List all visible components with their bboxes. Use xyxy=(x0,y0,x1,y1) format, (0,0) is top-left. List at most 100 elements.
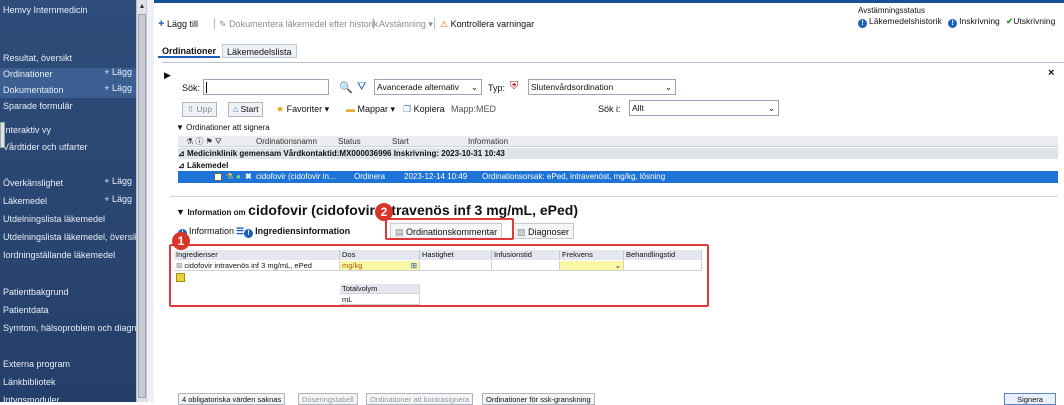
sidebar-item-lankbibliotek[interactable]: Länkbibliotek xyxy=(3,375,56,389)
close-icon[interactable]: × xyxy=(1048,67,1054,79)
sidebar-item-externa-program[interactable]: Externa program xyxy=(3,357,70,371)
favorites-button[interactable]: ★ Favoriter ▾ xyxy=(276,104,329,115)
sidebar-item-ordinationer[interactable]: Ordinationer xyxy=(3,67,53,81)
copy-icon: ❐ xyxy=(403,104,412,114)
chevron-down-icon: ▾ xyxy=(324,104,330,114)
collapse-icon: ⊿ xyxy=(178,161,185,170)
sidebar-item-intygsmoduler[interactable]: Intygsmoduler xyxy=(3,393,60,402)
sidebar-scrollbar[interactable]: ▲ xyxy=(136,0,146,402)
order-type-dropdown[interactable]: Slutenvårdsordination ⌄ xyxy=(528,79,676,95)
top-accent-line xyxy=(154,0,1064,3)
group-row-vardkontakt[interactable]: ⊿ Medicinklinik gemensam Vårdkontaktid:M… xyxy=(178,148,1058,159)
sidebar-item-utdelningslista[interactable]: Utdelningslista läkemedel xyxy=(3,212,105,226)
medication-icon: ⚗ xyxy=(226,172,234,181)
scrollbar-thumb[interactable] xyxy=(138,14,146,398)
add-button[interactable]: + Lägg till xyxy=(158,17,198,31)
sidebar-add-lakemedel[interactable]: + Lägg xyxy=(104,194,132,204)
copy-button[interactable]: ❐ Kopiera xyxy=(403,104,445,115)
sidebar-item-sparade-formular[interactable]: Sparade formulär xyxy=(3,99,73,113)
toolbar-separator xyxy=(214,18,215,29)
search-in-dropdown[interactable]: Allt ⌄ xyxy=(629,100,779,116)
tab-ingrediensinformation[interactable]: ☰! Ingrediensinformation xyxy=(236,223,350,239)
sidebar-item-interaktiv-vy[interactable]: Interaktiv vy xyxy=(3,123,51,137)
col-status[interactable]: Status xyxy=(338,136,361,147)
annotation-badge-1: 1 xyxy=(172,232,190,250)
start-button[interactable]: ⌂ Start xyxy=(228,102,264,117)
info-icon: ! xyxy=(948,19,958,28)
sidebar-add-dokumentation[interactable]: + Lägg xyxy=(104,83,132,93)
splitter[interactable] xyxy=(146,0,154,402)
up-button[interactable]: ⇧ Upp xyxy=(182,102,218,117)
folder-icon: ▬ xyxy=(346,104,355,114)
sidebar-item-iordningstallande[interactable]: Iordningställande läkemedel xyxy=(3,248,115,262)
collapse-pin-icon[interactable]: ▶ xyxy=(164,70,171,81)
check-warnings-button[interactable]: ⚠ Kontrollera varningar xyxy=(440,17,534,31)
row-checkbox[interactable] xyxy=(214,173,222,181)
toolbar-separator xyxy=(434,18,435,29)
cosign-button[interactable]: Ordinationer att kontrasignera xyxy=(366,393,474,405)
orders-to-sign-header[interactable]: ▼ Ordinationer att signera xyxy=(176,123,270,132)
row-name: cidofovir (cidofovir in... xyxy=(256,172,336,181)
search-input[interactable] xyxy=(203,79,329,95)
sign-button[interactable]: Signera xyxy=(1004,393,1056,405)
tab-lakemedelslista[interactable]: Läkemedelslista xyxy=(222,44,297,58)
collapse-icon[interactable]: ▼ xyxy=(176,207,185,217)
sidebar-item-resultat[interactable]: Resultat, översikt xyxy=(3,51,72,65)
missing-values-button[interactable]: 4 obligatoriska värden saknas xyxy=(178,393,286,405)
advanced-options-dropdown[interactable]: Avancerade alternativ ⌄ xyxy=(374,79,482,95)
annotation-box-comment-tab xyxy=(385,218,514,240)
remove-icon[interactable]: ✖ xyxy=(245,171,252,183)
folders-button[interactable]: ▬ Mappar ▾ xyxy=(346,104,395,115)
document-history-button[interactable]: ✎ Dokumentera läkemedel efter historik xyxy=(219,17,378,31)
home-icon: ⌂ xyxy=(233,104,239,114)
divider xyxy=(170,196,1058,197)
order-type-icon: ⛨ xyxy=(510,80,519,92)
diagnosis-icon: ▧ xyxy=(517,227,526,237)
chevron-down-icon: ⌄ xyxy=(664,82,672,92)
sidebar-item-patientdata[interactable]: Patientdata xyxy=(3,303,49,317)
annotation-badge-2: 2 xyxy=(375,203,393,221)
grid-header-icons: ⚗ ⓘ ⚑ ⛛ xyxy=(186,137,222,146)
sidebar-item-overkanslighet[interactable]: Överkänslighet xyxy=(3,176,63,190)
sidebar-add-overkanslighet[interactable]: + Lägg xyxy=(104,176,132,186)
sidebar-item-patientbakgrund[interactable]: Patientbakgrund xyxy=(3,285,69,299)
sidebar-add-ordinationer[interactable]: + Lägg xyxy=(104,67,132,77)
row-start: 2023-12-14 10:49 xyxy=(404,172,468,181)
scroll-up-icon[interactable]: ▲ xyxy=(138,2,146,12)
sidebar: Hemvy Internmedicin Resultat, översikt O… xyxy=(0,0,146,402)
chevron-down-icon: ⌄ xyxy=(470,82,478,92)
chevron-down-icon: ⌄ xyxy=(767,103,775,113)
dose-table-button[interactable]: Doseringstabell xyxy=(298,393,358,405)
reconcile-button[interactable]: Avstämning ▾ xyxy=(379,17,433,31)
sidebar-item-utdelningslista-oversikt[interactable]: Utdelningslista läkemedel, översikt xyxy=(3,230,141,244)
list-icon: ☰ xyxy=(236,226,245,236)
type-label: Typ: xyxy=(488,83,506,93)
up-arrow-icon: ⇧ xyxy=(187,104,195,114)
row-info: Ordinationsorsak: ePed, intravenöst, mg/… xyxy=(482,172,666,181)
status-items: ! Läkemedelshistorik ! Inskrivning ✔Utskri… xyxy=(858,16,1055,28)
tab-ordinationer[interactable]: Ordinationer xyxy=(158,44,221,58)
filter-icon[interactable]: ⛛ xyxy=(357,81,366,94)
table-row[interactable]: ⚗ ● ✖ cidofovir (cidofovir in... Ordiner… xyxy=(178,171,1058,183)
ssk-review-button[interactable]: Ordinationer för ssk-granskning xyxy=(482,393,595,405)
toolbar-separator xyxy=(373,18,374,29)
sidebar-item-lakemedel[interactable]: Läkemedel xyxy=(3,194,47,208)
col-information[interactable]: Information xyxy=(468,136,508,147)
group-row-lakemedel[interactable]: ⊿ Läkemedel xyxy=(178,160,1058,171)
plus-icon: + xyxy=(158,18,165,30)
warning-icon: ⚠ xyxy=(440,19,449,29)
info-icon: ! xyxy=(858,19,867,28)
magnifier-icon[interactable]: 🔍 xyxy=(339,81,353,94)
sidebar-item-symtom[interactable]: Symtom, hälsoproblem och diagn xyxy=(3,321,137,335)
collapse-icon: ⊿ xyxy=(178,149,185,158)
status-icon: ● xyxy=(236,172,241,181)
sidebar-item-vardtider[interactable]: Vårdtider och utfarter xyxy=(3,140,88,154)
sidebar-item-dokumentation[interactable]: Dokumentation xyxy=(3,83,64,97)
grid-header: ⚗ ⓘ ⚑ ⛛ Ordinationsnamn Status Start Inf… xyxy=(178,136,1058,147)
sidebar-drag-handle[interactable] xyxy=(0,122,5,148)
col-start[interactable]: Start xyxy=(392,136,409,147)
collapse-icon: ▼ xyxy=(176,123,184,132)
document-icon: ✎ xyxy=(219,19,227,29)
tab-diagnoser[interactable]: ▧ Diagnoser xyxy=(512,223,575,239)
col-ordinationsnamn[interactable]: Ordinationsnamn xyxy=(256,136,317,147)
